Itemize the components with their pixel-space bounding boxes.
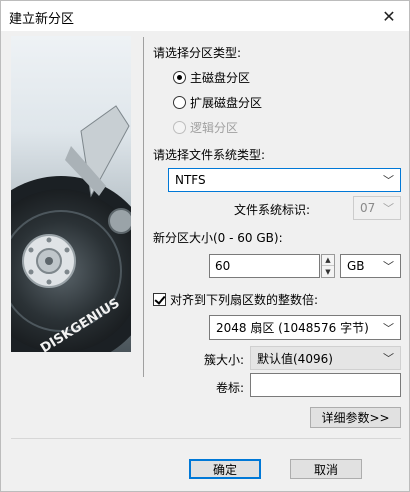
radio-button-disabled	[173, 120, 186, 134]
radio-button[interactable]	[173, 95, 186, 109]
filesystem-type-dropdown[interactable]: NTFS ﹀	[168, 168, 401, 192]
cancel-button-label: 取消	[313, 462, 338, 477]
new-partition-dialog: 建立新分区 ✕ DISKGENIUS 请选择分区类型: 主磁盘分区 扩展磁盘分区…	[0, 0, 410, 492]
title-bar: 建立新分区 ✕	[1, 1, 409, 31]
radio-button-checked[interactable]	[173, 70, 186, 84]
chevron-down-icon: ﹀	[383, 260, 394, 273]
filesystem-type-value: NTFS	[175, 173, 206, 187]
advanced-params-label: 详细参数>>	[321, 411, 390, 425]
close-icon: ✕	[382, 6, 396, 26]
ok-button[interactable]: 确定	[189, 459, 261, 479]
spin-down-icon[interactable]: ▼	[322, 266, 334, 277]
volume-label-label: 卷标:	[216, 381, 245, 395]
horizontal-divider	[11, 438, 401, 439]
filesystem-type-label: 请选择文件系统类型:	[153, 148, 266, 162]
advanced-params-button[interactable]: 详细参数>>	[310, 407, 401, 428]
filesystem-id-value: 07	[360, 201, 376, 215]
volume-label-input[interactable]	[250, 373, 401, 397]
partition-size-input[interactable]: 60	[209, 254, 320, 278]
partition-size-spinner[interactable]: ▲ ▼	[321, 254, 335, 278]
ok-button-label: 确定	[212, 462, 237, 477]
partition-size-value: 60	[215, 259, 231, 273]
cancel-button[interactable]: 取消	[290, 459, 362, 479]
spin-up-icon[interactable]: ▲	[322, 255, 334, 266]
filesystem-id-dropdown: 07 ﹀	[353, 196, 401, 220]
radio-label: 扩展磁盘分区	[190, 95, 263, 110]
window-title: 建立新分区	[9, 12, 75, 27]
filesystem-id-label: 文件系统标识:	[234, 203, 311, 217]
chevron-down-icon: ﹀	[383, 202, 394, 215]
close-button[interactable]: ✕	[369, 1, 409, 31]
size-unit-value: GB	[347, 259, 365, 273]
partition-size-label: 新分区大小(0 - 60 GB):	[153, 231, 283, 245]
vertical-divider	[143, 37, 144, 377]
size-unit-dropdown[interactable]: GB ﹀	[340, 254, 401, 278]
align-sectors-label: 对齐到下列扇区数的整数倍:	[170, 292, 319, 307]
cluster-size-label: 簇大小:	[204, 353, 245, 367]
radio-logical-partition: 逻辑分区	[173, 118, 238, 136]
cluster-size-value: 默认值(4096)	[257, 351, 333, 366]
radio-primary-partition[interactable]: 主磁盘分区	[173, 68, 250, 86]
alignment-sectors-dropdown[interactable]: 2048 扇区 (1048576 字节) ﹀	[209, 315, 401, 340]
chevron-down-icon: ﹀	[383, 174, 394, 187]
cluster-size-dropdown[interactable]: 默认值(4096) ﹀	[250, 346, 401, 370]
align-sectors-checkbox[interactable]	[153, 292, 166, 306]
partition-type-label: 请选择分区类型:	[153, 46, 242, 60]
radio-label: 逻辑分区	[190, 120, 239, 135]
chevron-down-icon: ﹀	[383, 321, 394, 335]
chevron-down-icon: ﹀	[383, 352, 394, 365]
diskgenius-banner-image: DISKGENIUS	[11, 36, 131, 352]
radio-extended-partition[interactable]: 扩展磁盘分区	[173, 93, 262, 111]
align-sectors-checkbox-row[interactable]: 对齐到下列扇区数的整数倍:	[153, 290, 318, 308]
radio-label: 主磁盘分区	[190, 70, 251, 85]
alignment-sectors-value: 2048 扇区 (1048576 字节)	[216, 321, 369, 335]
